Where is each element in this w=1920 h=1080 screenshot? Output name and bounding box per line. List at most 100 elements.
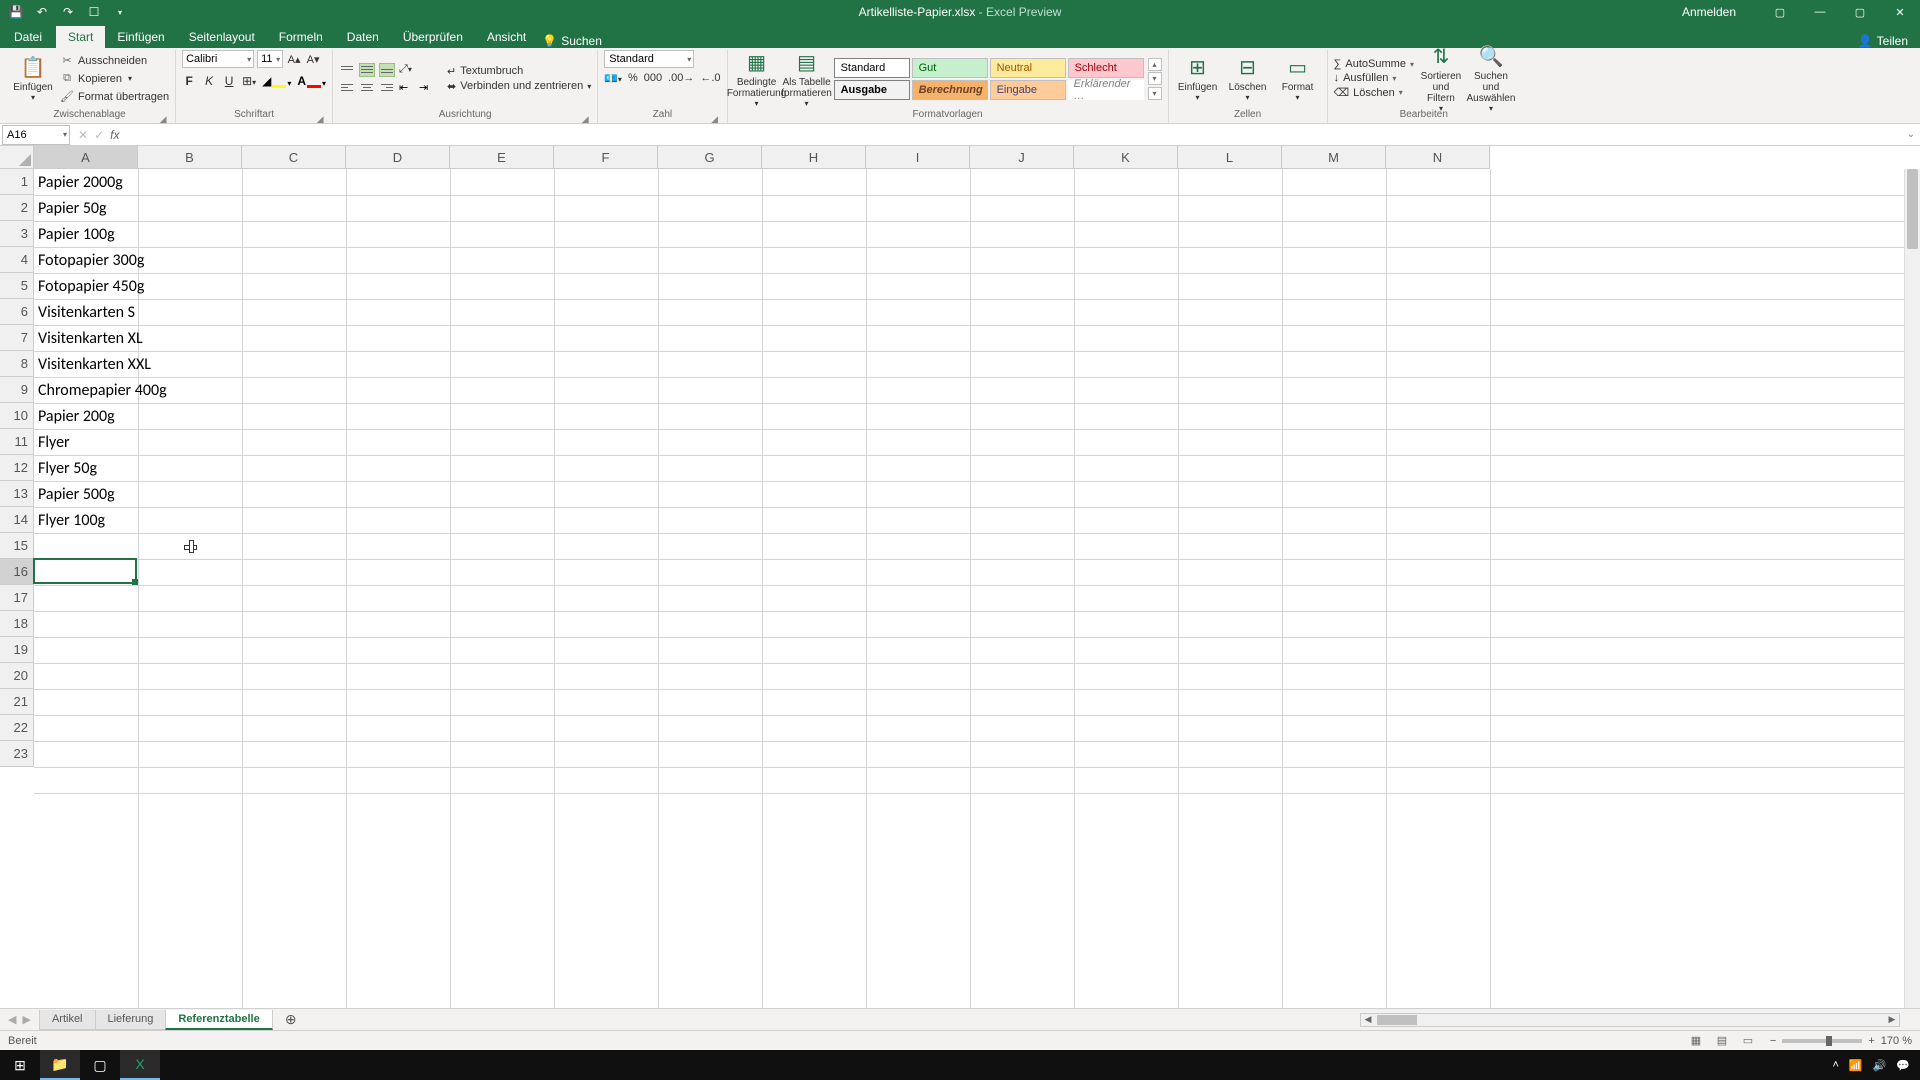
row-header[interactable]: 8 [0,351,34,377]
tab-start[interactable]: Start [56,26,105,48]
style-eingabe[interactable]: Eingabe [990,80,1066,100]
decrease-font-icon[interactable]: A▾ [305,53,321,66]
font-name-combo[interactable]: Calibri▾ [182,50,254,68]
name-box[interactable]: A16▾ [2,125,70,145]
row-header[interactable]: 9 [0,377,34,403]
row-header[interactable]: 15 [0,533,34,559]
gallery-more-icon[interactable]: ▾ [1148,87,1162,100]
col-header[interactable]: B [138,146,242,169]
style-neutral[interactable]: Neutral [990,58,1066,78]
cell-selection[interactable] [33,558,137,584]
select-all-triangle[interactable] [0,146,34,169]
row-header[interactable]: 3 [0,221,34,247]
font-color-button[interactable]: A▾ [297,74,326,88]
wrap-text-button[interactable]: ↵Textumbruch [447,65,591,78]
col-header[interactable]: C [242,146,346,169]
increase-decimal-button[interactable]: .00→ [668,72,694,85]
cell[interactable]: Fotopapier 450g [34,273,234,299]
decrease-indent-button[interactable]: ⇤ [399,81,415,95]
col-header[interactable]: I [866,146,970,169]
spreadsheet-grid[interactable]: ABCDEFGHIJKLMN 1234567891011121314151617… [0,146,1920,1008]
redo-icon[interactable]: ↷ [60,4,76,20]
sheet-nav-prev-icon[interactable]: ◀ [8,1013,16,1026]
cell[interactable]: Flyer 100g [34,507,234,533]
delete-cells-button[interactable]: ⊟Löschen▾ [1225,51,1271,107]
cell[interactable]: Chromepapier 400g [34,377,234,403]
row-header[interactable]: 6 [0,299,34,325]
col-header[interactable]: H [762,146,866,169]
row-header[interactable]: 23 [0,741,34,767]
col-header[interactable]: A [34,146,138,169]
cell[interactable]: Visitenkarten XL [34,325,234,351]
row-header[interactable]: 18 [0,611,34,637]
column-headers[interactable]: ABCDEFGHIJKLMN [34,146,1904,169]
row-header[interactable]: 14 [0,507,34,533]
accounting-format-button[interactable]: 💶▾ [604,72,622,85]
align-middle-button[interactable] [359,63,375,77]
cell[interactable]: Papier 100g [34,221,234,247]
dialog-launcher-icon[interactable]: ◢ [709,111,721,123]
underline-button[interactable]: U [222,74,236,88]
col-header[interactable]: K [1074,146,1178,169]
signin-link[interactable]: Anmelden [1682,5,1736,19]
align-left-button[interactable] [339,81,355,95]
undo-icon[interactable]: ↶ [34,4,50,20]
row-header[interactable]: 12 [0,455,34,481]
row-header[interactable]: 11 [0,429,34,455]
minimize-icon[interactable]: — [1800,0,1840,24]
zoom-level[interactable]: 170 % [1881,1035,1912,1047]
cell[interactable]: Visitenkarten S [34,299,234,325]
zoom-in-button[interactable]: + [1868,1035,1874,1047]
align-right-button[interactable] [379,81,395,95]
col-header[interactable]: N [1386,146,1490,169]
expand-formula-bar-icon[interactable]: ⌄ [1902,129,1920,140]
cut-button[interactable]: ✂Ausschneiden [60,53,169,69]
cancel-formula-icon[interactable]: ✕ [78,128,88,142]
sort-filter-button[interactable]: ⇅Sortieren und Filtern▾ [1418,51,1464,107]
hscroll-right-icon[interactable]: ▶ [1885,1014,1899,1025]
row-header[interactable]: 17 [0,585,34,611]
align-bottom-button[interactable] [379,63,395,77]
dialog-launcher-icon[interactable]: ◢ [579,111,591,123]
zoom-slider[interactable] [1782,1039,1862,1043]
tab-einfügen[interactable]: Einfügen [105,26,176,48]
col-header[interactable]: M [1282,146,1386,169]
row-header[interactable]: 16 [0,559,34,585]
tab-überprüfen[interactable]: Überprüfen [391,26,475,48]
font-size-combo[interactable]: 11▾ [257,50,283,68]
tb-file-explorer-icon[interactable]: 📁 [40,1050,80,1080]
horizontal-scrollbar[interactable]: ◀ ▶ [1360,1013,1900,1027]
fill-color-button[interactable]: ◢▾ [262,74,291,88]
normal-view-icon[interactable]: ▦ [1684,1033,1708,1049]
tab-ansicht[interactable]: Ansicht [475,26,538,48]
style-schlecht[interactable]: Schlecht [1068,58,1144,78]
cell[interactable]: Papier 50g [34,195,234,221]
sheet-tab[interactable]: Artikel [39,1010,96,1030]
qat-customize-icon[interactable]: ▾ [112,4,128,20]
touch-mode-icon[interactable]: ☐ [86,4,102,20]
tell-me-search[interactable]: Suchen [561,34,602,48]
tb-app-icon[interactable]: ▢ [80,1050,120,1080]
find-select-button[interactable]: 🔍Suchen und Auswählen▾ [1468,51,1514,107]
ribbon-display-icon[interactable]: ▢ [1760,0,1800,24]
increase-font-icon[interactable]: A▴ [286,53,302,66]
maximize-icon[interactable]: ▢ [1840,0,1880,24]
row-headers[interactable]: 1234567891011121314151617181920212223 [0,169,34,1008]
border-button[interactable]: ⊞▾ [242,74,256,88]
tray-notifications-icon[interactable]: 💬 [1896,1059,1910,1072]
row-header[interactable]: 13 [0,481,34,507]
cell[interactable]: Visitenkarten XXL [34,351,234,377]
col-header[interactable]: D [346,146,450,169]
merge-center-button[interactable]: ⬌Verbinden und zentrieren▾ [447,80,591,93]
hscroll-left-icon[interactable]: ◀ [1361,1014,1375,1025]
fill-handle[interactable] [132,579,138,585]
row-header[interactable]: 1 [0,169,34,195]
fill-button[interactable]: ↓Ausfüllen▾ [1334,72,1414,84]
row-header[interactable]: 4 [0,247,34,273]
italic-button[interactable]: K [202,74,216,88]
row-header[interactable]: 21 [0,689,34,715]
cell[interactable]: Papier 200g [34,403,234,429]
cell[interactable]: Flyer 50g [34,455,234,481]
tab-datei[interactable]: Datei [0,26,56,48]
row-header[interactable]: 5 [0,273,34,299]
